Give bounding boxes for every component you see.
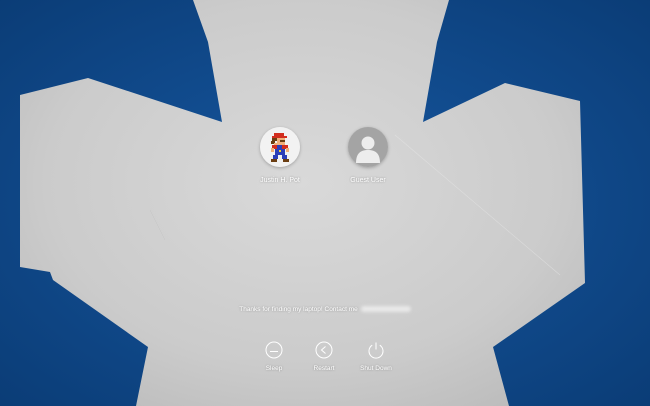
- lock-message-text: Thanks for finding my laptop! Contact me: [239, 306, 358, 313]
- user-name-guest: Guest User: [350, 177, 386, 184]
- login-screen: Justin H. Pot Guest User Thanks for find…: [0, 0, 650, 406]
- power-icon: [368, 342, 384, 359]
- guest-user-icon: [348, 127, 388, 167]
- redacted-contact: [360, 306, 411, 313]
- lock-screen-message: Thanks for finding my laptop! Contact me: [0, 306, 650, 313]
- restart-icon: [315, 341, 333, 359]
- user-tile-guest[interactable]: Guest User: [323, 127, 413, 184]
- mario-avatar-icon: [260, 127, 300, 167]
- shutdown-button[interactable]: Shut Down: [341, 341, 411, 372]
- shutdown-label: Shut Down: [360, 365, 392, 372]
- sleep-icon: [265, 341, 283, 359]
- user-name-justin: Justin H. Pot: [260, 177, 300, 184]
- user-tile-justin[interactable]: Justin H. Pot: [235, 127, 325, 184]
